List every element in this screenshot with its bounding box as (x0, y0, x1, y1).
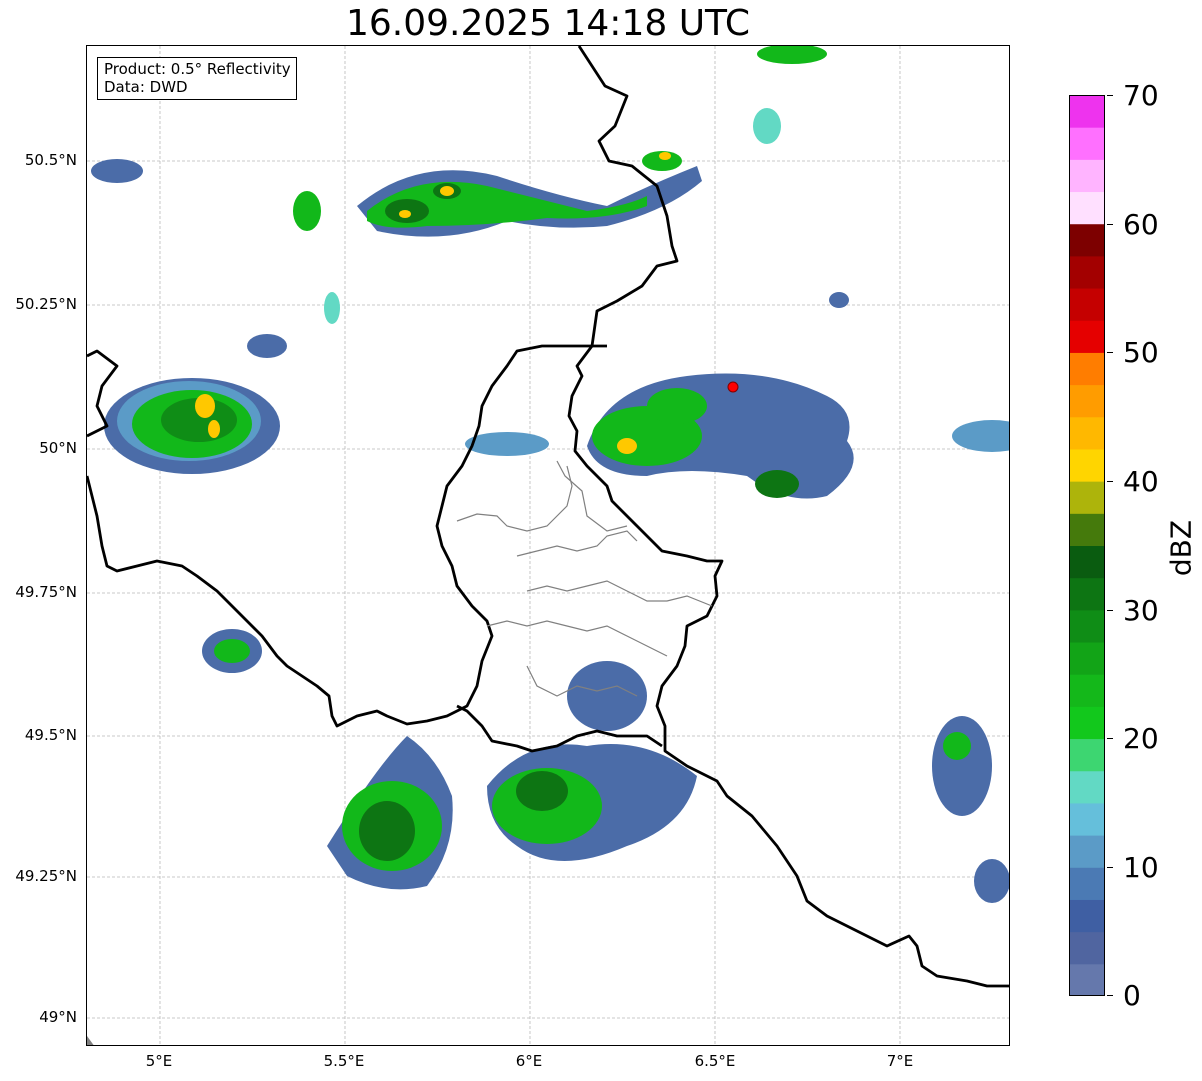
lat-label-50-25: 50.25°N (15, 295, 77, 313)
colorbar-segment (1069, 288, 1105, 321)
colorbar-segment (1069, 899, 1105, 933)
colorbar-segment (1069, 384, 1105, 418)
colorbar-tick-70 (1107, 95, 1113, 96)
colorbar-segment (1069, 191, 1105, 225)
radar-map[interactable] (86, 45, 1010, 1046)
colorbar-segment (1069, 320, 1105, 353)
colorbar-label-20: 20 (1123, 722, 1159, 755)
colorbar-segment (1069, 642, 1105, 675)
info-data-source: Data: DWD (104, 78, 188, 96)
radar-echo-cluster-east (465, 373, 1009, 499)
info-box: Product: 0.5° Reflectivity Data: DWD (97, 57, 297, 100)
colorbar-segment (1069, 223, 1105, 257)
colorbar-segment (1069, 931, 1105, 965)
radar-echo-cell-west (104, 334, 287, 474)
lon-label-5-5: 5.5°E (323, 1052, 365, 1070)
colorbar-segment (1069, 416, 1105, 450)
colorbar-tick-50 (1107, 352, 1113, 353)
admin-districts (456, 460, 713, 697)
colorbar-label-50: 50 (1123, 336, 1159, 369)
colorbar-segment (1069, 706, 1105, 740)
colorbar-segment (1069, 802, 1105, 836)
lat-label-49: 49°N (39, 1008, 77, 1026)
colorbar-segment (1069, 481, 1105, 514)
radar-site-marker (727, 381, 739, 393)
lon-label-6: 6°E (515, 1052, 543, 1070)
colorbar-segment (1069, 448, 1105, 482)
colorbar-label-10: 10 (1123, 851, 1159, 884)
info-product: Product: 0.5° Reflectivity (104, 60, 291, 78)
lat-label-49-5: 49.5°N (24, 726, 77, 744)
colorbar-segment (1069, 545, 1105, 579)
colorbar-segment (1069, 513, 1105, 546)
colorbar-segment (1069, 255, 1105, 289)
map-title: 16.09.2025 14:18 UTC (345, 3, 751, 44)
colorbar-segment (1069, 835, 1105, 868)
lat-label-49-75: 49.75°N (15, 583, 77, 601)
colorbar-segment (1069, 352, 1105, 386)
border-germany-west (567, 46, 1009, 988)
colorbar-segment (1069, 609, 1105, 643)
corner-mark (87, 1036, 94, 1045)
colorbar-segment (1069, 159, 1105, 193)
colorbar-segment (1069, 674, 1105, 707)
colorbar-tick-60 (1107, 224, 1113, 225)
colorbar-tick-30 (1107, 610, 1113, 611)
lon-label-7: 7°E (886, 1052, 914, 1070)
colorbar-tick-20 (1107, 738, 1113, 739)
colorbar-tick-40 (1107, 481, 1113, 482)
lat-label-50: 50°N (39, 439, 77, 457)
colorbar-segment (1069, 963, 1105, 996)
colorbar-tick-0 (1107, 995, 1113, 996)
colorbar-label-70: 70 (1123, 79, 1159, 112)
colorbar-segment (1069, 867, 1105, 900)
lon-label-6-5: 6.5°E (694, 1052, 736, 1070)
colorbar-label-60: 60 (1123, 208, 1159, 241)
radar-echoes (91, 46, 1009, 903)
colorbar-segment (1069, 738, 1105, 772)
radar-echo-cluster-south (202, 629, 1009, 903)
colorbar-segment (1069, 95, 1105, 128)
lat-label-50-5: 50.5°N (24, 151, 77, 169)
colorbar-segment (1069, 770, 1105, 804)
map-canvas (87, 46, 1009, 1045)
colorbar-segment (1069, 127, 1105, 160)
colorbar (1069, 95, 1105, 996)
colorbar-segment (1069, 577, 1105, 611)
colorbar-label-0: 0 (1123, 979, 1141, 1012)
colorbar-label-40: 40 (1123, 465, 1159, 498)
colorbar-title: dBZ (1164, 519, 1198, 577)
lon-label-5: 5°E (145, 1052, 173, 1070)
colorbar-label-30: 30 (1123, 594, 1159, 627)
colorbar-tick-10 (1107, 867, 1113, 868)
lat-label-49-25: 49.25°N (15, 867, 77, 885)
